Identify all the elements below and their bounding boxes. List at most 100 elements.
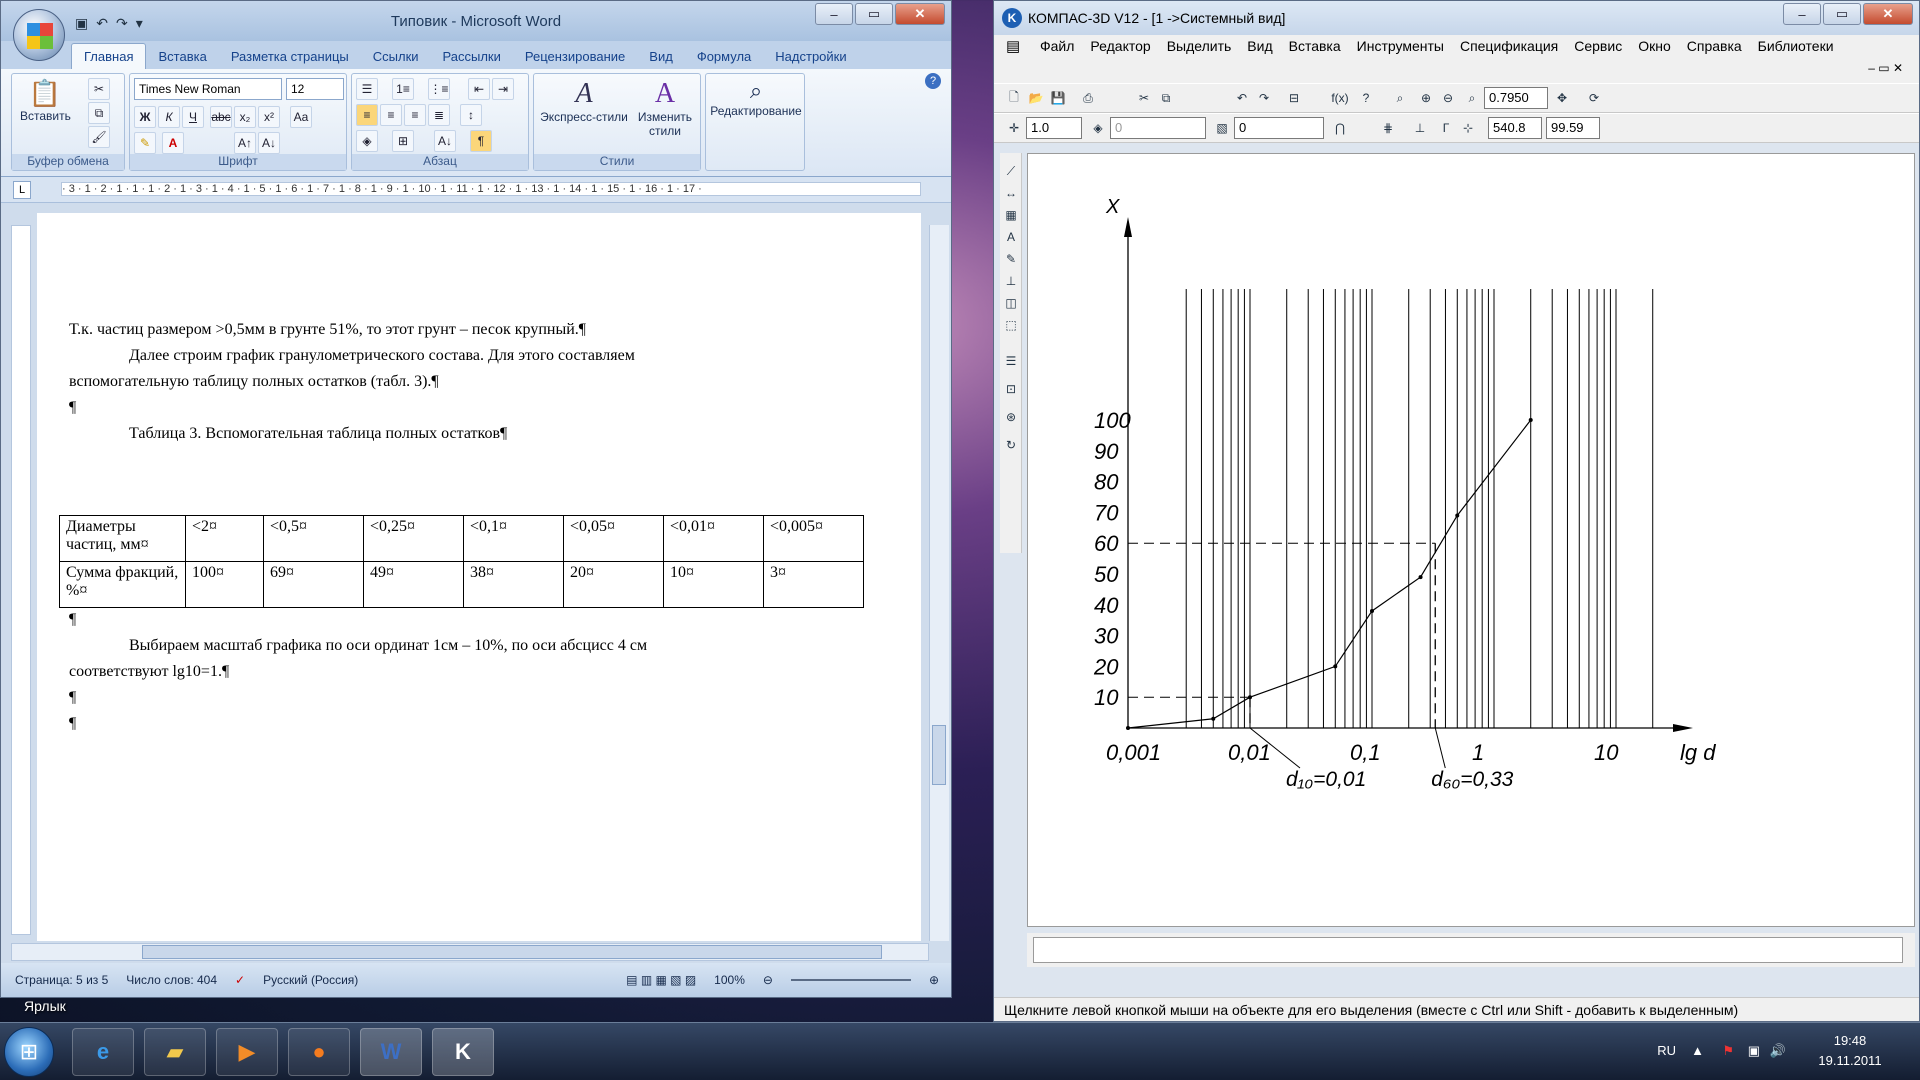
tab-home[interactable]: Главная	[71, 43, 147, 69]
new-file-icon[interactable]: 🗋	[1004, 88, 1024, 108]
tab-stop-selector-icon[interactable]: L	[13, 181, 31, 199]
desktop-shortcut-label[interactable]: Ярлык	[24, 998, 66, 1014]
subscript-icon[interactable]: x₂	[234, 106, 256, 128]
sort-icon[interactable]: A↓	[434, 130, 456, 152]
align-left-icon[interactable]: ≡	[356, 104, 378, 126]
tree-icon[interactable]: ⊟	[1284, 88, 1304, 108]
tab-page-layout[interactable]: Разметка страницы	[219, 44, 361, 69]
residuals-table[interactable]: Диаметры частиц, мм¤ <2¤ <0,5¤ <0,25¤ <0…	[59, 515, 864, 608]
font-size-select[interactable]: 12	[286, 78, 344, 100]
coord-y-input[interactable]: 99.59	[1546, 117, 1600, 139]
word-maximize-button[interactable]: ▭	[855, 3, 893, 25]
zoom-scale-icon[interactable]: ⌕	[1462, 88, 1482, 108]
spec-icon[interactable]: ☰	[1001, 351, 1021, 371]
copy-tool-icon[interactable]: ⧉	[1156, 88, 1176, 108]
view-buttons[interactable]: ▤ ▥ ▦ ▧ ▨	[626, 973, 696, 987]
taskbar-kompas[interactable]: K	[432, 1028, 494, 1076]
font-name-select[interactable]: Times New Roman	[134, 78, 282, 100]
kompas-window[interactable]: K КОМПАС-3D V12 - [1 ->Системный вид] ‒ …	[993, 0, 1920, 1022]
command-input[interactable]	[1033, 937, 1903, 963]
word-minimize-button[interactable]: ‒	[815, 3, 853, 25]
view-scale-icon[interactable]: ✛	[1004, 118, 1024, 138]
view-scale-input[interactable]: 1.0	[1026, 117, 1082, 139]
tab-mailings[interactable]: Рассылки	[431, 44, 513, 69]
grow-font-icon[interactable]: A↑	[234, 132, 256, 154]
word-close-button[interactable]: ✕	[895, 3, 945, 25]
taskbar-ie[interactable]: e	[72, 1028, 134, 1076]
change-styles-button[interactable]: A Изменить стили	[632, 78, 698, 138]
tray-expand-icon[interactable]: ▲	[1691, 1043, 1704, 1058]
volume-icon[interactable]: 🔊	[1770, 1043, 1786, 1059]
zoom-out-icon[interactable]: ⊖	[763, 973, 773, 987]
change-case-icon[interactable]: Aa	[290, 106, 312, 128]
tab-view[interactable]: Вид	[637, 44, 685, 69]
open-file-icon[interactable]: 📂	[1026, 88, 1046, 108]
strikethrough-icon[interactable]: abc	[210, 106, 232, 128]
tab-formula[interactable]: Формула	[685, 44, 763, 69]
zoom-scale-input[interactable]: 0.7950	[1484, 87, 1548, 109]
borders-icon[interactable]: ⊞	[392, 130, 414, 152]
menu-service[interactable]: Сервис	[1574, 38, 1622, 54]
taskbar-media-player[interactable]: ▶	[216, 1028, 278, 1076]
zoom-in-icon[interactable]: ⊕	[929, 973, 939, 987]
insert-icon[interactable]: ⊛	[1001, 407, 1021, 427]
decrease-indent-icon[interactable]: ⇤	[468, 78, 490, 100]
clock-time[interactable]: 19:48	[1810, 1033, 1890, 1048]
style-icon[interactable]: ▧	[1212, 118, 1232, 138]
word-count[interactable]: Число слов: 404	[126, 973, 217, 987]
document-icon[interactable]: ▤	[1006, 37, 1020, 55]
menu-help[interactable]: Справка	[1687, 38, 1742, 54]
language-indicator[interactable]: Русский (Россия)	[263, 973, 358, 987]
document-page[interactable]: Т.к. частиц размером >0,5мм в грунте 51%…	[37, 225, 921, 941]
show-marks-icon[interactable]: ¶	[470, 130, 492, 152]
tab-references[interactable]: Ссылки	[361, 44, 431, 69]
taskbar-firefox[interactable]: ●	[288, 1028, 350, 1076]
mdi-window-controls[interactable]: ‒ ▭ ✕	[1868, 61, 1903, 75]
select-icon[interactable]: ⬚	[1001, 315, 1021, 335]
shading-icon[interactable]: ◈	[356, 130, 378, 152]
bullets-icon[interactable]: ☰	[356, 78, 378, 100]
page-counter[interactable]: Страница: 5 из 5	[15, 973, 108, 987]
edit-icon[interactable]: ✎	[1001, 249, 1021, 269]
word-titlebar[interactable]: ▣ ↶ ↷ ▾ Типовик - Microsoft Word ‒ ▭ ✕	[1, 1, 951, 41]
menu-tools[interactable]: Инструменты	[1357, 38, 1444, 54]
help-pointer-icon[interactable]: ?	[1356, 88, 1376, 108]
parametrization-icon[interactable]: ⊥	[1001, 271, 1021, 291]
grid-icon[interactable]: ⋕	[1378, 118, 1398, 138]
action-center-icon[interactable]: ⚑	[1722, 1043, 1734, 1059]
underline-icon[interactable]: Ч	[182, 106, 204, 128]
coord-x-input[interactable]: 540.8	[1488, 117, 1542, 139]
justify-icon[interactable]: ≣	[428, 104, 450, 126]
hatch-icon[interactable]: ▦	[1001, 205, 1021, 225]
print-icon[interactable]: ⎙	[1078, 88, 1098, 108]
cut-tool-icon[interactable]: ✂	[1134, 88, 1154, 108]
taskbar-word[interactable]: W	[360, 1028, 422, 1076]
tab-insert[interactable]: Вставка	[146, 44, 218, 69]
menu-window[interactable]: Окно	[1638, 38, 1671, 54]
kompas-close-button[interactable]: ✕	[1863, 3, 1913, 25]
horizontal-scrollbar[interactable]	[11, 943, 929, 961]
clock-date[interactable]: 19.11.2011	[1810, 1053, 1890, 1068]
highlight-icon[interactable]: ✎	[134, 132, 156, 154]
fx-icon[interactable]: f(x)	[1330, 88, 1350, 108]
tab-addins[interactable]: Надстройки	[763, 44, 858, 69]
geometry-icon[interactable]: ⟋	[1001, 161, 1021, 181]
menu-file[interactable]: Файл	[1040, 38, 1074, 54]
network-icon[interactable]: ▣	[1748, 1043, 1760, 1059]
menu-insert[interactable]: Вставка	[1289, 38, 1341, 54]
reports-icon[interactable]: ⊡	[1001, 379, 1021, 399]
vertical-ruler[interactable]	[11, 225, 31, 935]
pan-icon[interactable]: ✥	[1552, 88, 1572, 108]
zoom-slider[interactable]	[790, 979, 911, 981]
zoom-window-icon[interactable]: ⌕	[1390, 88, 1410, 108]
increase-indent-icon[interactable]: ⇥	[492, 78, 514, 100]
undo-tool-icon[interactable]: ↶	[1232, 88, 1252, 108]
align-center-icon[interactable]: ≡	[380, 104, 402, 126]
menu-view[interactable]: Вид	[1247, 38, 1272, 54]
italic-icon[interactable]: К	[158, 106, 180, 128]
menu-select[interactable]: Выделить	[1167, 38, 1232, 54]
menu-libraries[interactable]: Библиотеки	[1758, 38, 1834, 54]
measure-icon[interactable]: ◫	[1001, 293, 1021, 313]
spellcheck-icon[interactable]: ✓	[235, 973, 245, 987]
vertical-scrollbar[interactable]	[929, 225, 949, 941]
